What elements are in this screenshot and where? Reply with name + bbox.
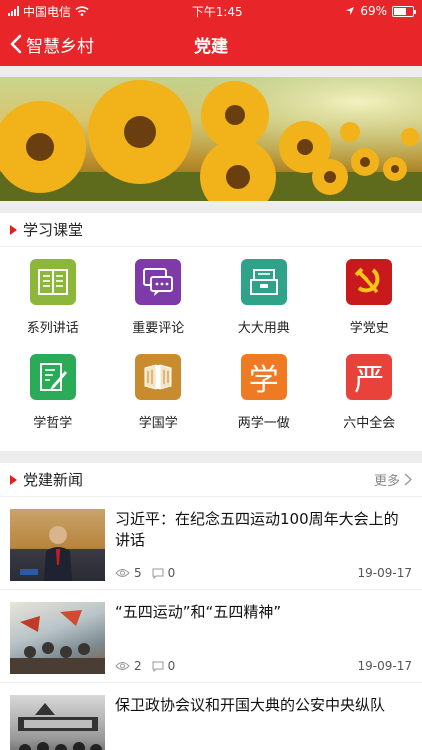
study-section: 学习课堂 系列讲话 重要评论 大大用典 学党史 学哲学 学国学 学 两学一做 严… <box>0 213 422 451</box>
study-item-series-talks[interactable]: 系列讲话 <box>0 255 106 350</box>
study-item-label: 两学一做 <box>237 416 290 431</box>
study-item-label: 学哲学 <box>33 416 73 431</box>
wifi-icon <box>75 6 89 16</box>
study-item-label: 大大用典 <box>237 321 290 336</box>
study-item-plenary[interactable]: 严 六中全会 <box>317 350 422 445</box>
study-item-label: 学党史 <box>349 321 389 336</box>
study-header: 学习课堂 <box>0 213 422 247</box>
more-link[interactable]: 更多 <box>374 470 412 489</box>
news-item[interactable]: “五四运动”和“五四精神” 2 0 19-09-17 <box>0 590 422 683</box>
news-section: 党建新闻 更多 习近平：在纪念五四运动100周年大会上的讲话 5 0 19-09… <box>0 463 422 750</box>
news-item[interactable]: 保卫政协会议和开国大典的公安中央纵队 0 0 19-09-17 <box>0 683 422 750</box>
carrier-label: 中国电信 <box>23 4 72 19</box>
study-item-label: 学国学 <box>138 416 178 431</box>
study-item-label: 系列讲话 <box>26 321 79 336</box>
book-icon <box>29 259 76 305</box>
study-grid: 系列讲话 重要评论 大大用典 学党史 学哲学 学国学 学 两学一做 严 六中全会 <box>0 247 422 451</box>
comment-icon <box>135 259 182 305</box>
status-bar: 中国电信 下午1:45 69% <box>0 0 422 22</box>
section-title: 党建新闻 <box>23 471 84 489</box>
comment-bubble-icon <box>152 568 164 579</box>
triangle-marker-icon <box>10 474 17 485</box>
news-title: 保卫政协会议和开国大典的公安中央纵队 <box>115 696 386 714</box>
news-meta: 2 0 19-09-17 <box>115 659 412 673</box>
party-emblem-icon <box>346 259 393 305</box>
news-title: 习近平：在纪念五四运动100周年大会上的讲话 <box>115 510 399 549</box>
view-count: 5 <box>134 566 142 580</box>
comment-bubble-icon <box>152 661 164 672</box>
icon-char: 学 <box>248 363 279 398</box>
news-date: 19-09-17 <box>357 659 412 673</box>
view-count: 2 <box>134 659 142 673</box>
news-thumbnail <box>10 602 105 674</box>
study-item-comments[interactable]: 重要评论 <box>106 255 212 350</box>
eye-icon <box>115 569 130 577</box>
yan-char-icon: 严 <box>346 354 393 400</box>
location-icon <box>346 7 355 15</box>
chevron-left-icon <box>10 34 22 54</box>
more-label: 更多 <box>373 474 400 489</box>
study-item-label: 重要评论 <box>132 321 185 336</box>
news-item[interactable]: 习近平：在纪念五四运动100周年大会上的讲话 5 0 19-09-17 <box>0 497 422 590</box>
news-title: “五四运动”和“五四精神” <box>115 603 282 621</box>
eye-icon <box>115 662 130 670</box>
xue-char-icon: 学 <box>240 354 287 400</box>
scroll-icon <box>135 354 182 400</box>
study-item-label: 六中全会 <box>343 416 396 431</box>
news-header: 党建新闻 更多 <box>0 463 422 497</box>
news-meta: 5 0 19-09-17 <box>115 566 412 580</box>
pen-document-icon <box>29 354 76 400</box>
news-thumbnail <box>10 509 105 581</box>
battery-percent: 69% <box>360 4 387 18</box>
study-item-party-history[interactable]: 学党史 <box>317 255 422 350</box>
study-item-classics[interactable]: 大大用典 <box>211 255 317 350</box>
section-title: 学习课堂 <box>23 221 84 239</box>
signal-icon <box>8 6 19 16</box>
study-item-two-studies[interactable]: 学 两学一做 <box>211 350 317 445</box>
study-item-philosophy[interactable]: 学哲学 <box>0 350 106 445</box>
clock: 下午1:45 <box>191 4 243 19</box>
icon-char: 严 <box>354 363 385 398</box>
news-date: 19-09-17 <box>357 566 412 580</box>
sunflower-image <box>0 77 422 201</box>
battery-icon <box>391 5 416 17</box>
study-item-sinology[interactable]: 学国学 <box>106 350 212 445</box>
nav-bar: 智慧乡村 党建 <box>0 22 422 66</box>
back-button[interactable]: 智慧乡村 <box>0 32 94 57</box>
sunflower-banner[interactable] <box>0 77 422 201</box>
comment-count: 0 <box>167 566 176 580</box>
back-label: 智慧乡村 <box>26 36 94 57</box>
chevron-right-icon <box>404 473 412 486</box>
triangle-marker-icon <box>10 224 17 235</box>
news-thumbnail <box>10 695 105 750</box>
comment-count: 0 <box>167 659 176 673</box>
archive-icon <box>240 259 287 305</box>
